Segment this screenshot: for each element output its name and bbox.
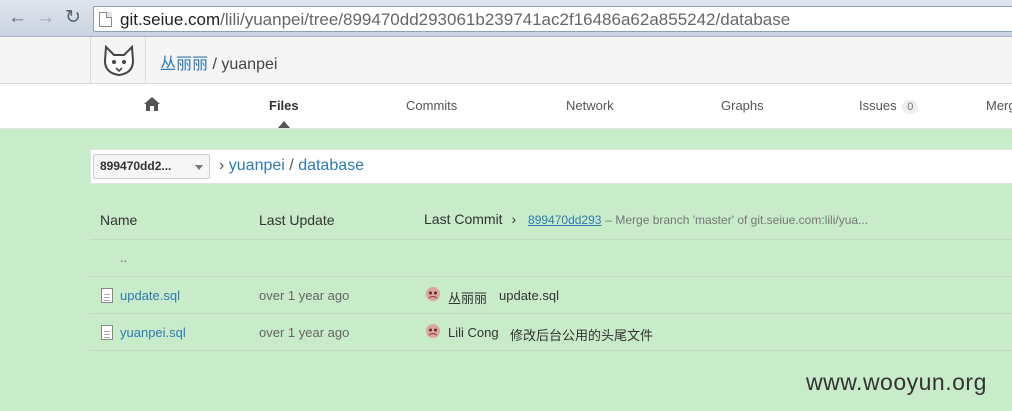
col-last-update: Last Update (259, 212, 335, 228)
table-row: update.sql over 1 year ago 丛丽丽 update.sq… (90, 277, 1012, 314)
commit-author[interactable]: 丛丽丽 (448, 288, 487, 307)
project-title: 丛丽丽 / yuanpei (160, 50, 277, 74)
issues-count-badge: 0 (902, 100, 919, 114)
tab-graphs[interactable]: Graphs (721, 98, 764, 113)
home-icon[interactable] (143, 96, 161, 115)
tab-issues-label: Issues (859, 98, 897, 113)
last-commit-message: – Merge branch 'master' of git.seiue.com… (605, 213, 869, 227)
project-nav-tabs: Files Commits Network Graphs Issues 0 Me… (0, 84, 1012, 129)
last-update: over 1 year ago (259, 325, 350, 340)
breadcrumb-root[interactable]: yuanpei (229, 157, 285, 174)
ref-value: 899470dd2... (100, 159, 172, 173)
commit-arrow: › (511, 211, 517, 227)
commit-message[interactable]: 修改后台公用的头尾文件 (510, 325, 653, 344)
file-link[interactable]: update.sql (120, 288, 180, 303)
tab-issues[interactable]: Issues 0 (859, 98, 919, 114)
parent-dir-row[interactable]: .. (90, 240, 1012, 277)
owner-link[interactable]: 丛丽丽 (160, 56, 208, 73)
commit-author[interactable]: Lili Cong (448, 325, 499, 340)
parent-dir-link[interactable]: .. (120, 250, 127, 265)
forward-arrow-icon[interactable]: → (36, 8, 55, 28)
col-last-commit-label: Last Commit (424, 211, 503, 227)
url-domain: git.seiue.com (120, 10, 221, 29)
project-name[interactable]: yuanpei (221, 56, 277, 73)
avatar (425, 286, 441, 307)
col-last-commit: Last Commit › 899470dd293 – Merge branch… (424, 211, 868, 227)
file-icon (101, 288, 113, 303)
watermark: www.wooyun.org (806, 369, 987, 395)
active-tab-caret (278, 121, 290, 128)
tree-breadcrumb-bar: 899470dd2... › yuanpei / database (90, 149, 1012, 184)
file-table-header: Name Last Update Last Commit › 899470dd2… (90, 200, 1012, 240)
url-text[interactable]: git.seiue.com/lili/yuanpei/tree/899470dd… (120, 10, 790, 30)
branch-ref-select[interactable]: 899470dd2... (93, 154, 210, 179)
breadcrumb-dir[interactable]: database (298, 157, 364, 174)
gitlab-logo[interactable] (90, 37, 146, 84)
breadcrumb-arrow: › (219, 157, 225, 174)
last-update: over 1 year ago (259, 288, 350, 303)
tab-files[interactable]: Files (269, 98, 299, 113)
breadcrumb-separator: / (289, 157, 294, 174)
breadcrumb: › yuanpei / database (219, 157, 364, 175)
url-path: /lili/yuanpei/tree/899470dd293061b239741… (220, 10, 791, 29)
file-link[interactable]: yuanpei.sql (120, 325, 186, 340)
col-name: Name (100, 212, 138, 228)
file-icon (101, 325, 113, 340)
chevron-down-icon (195, 165, 203, 170)
tab-merge-requests[interactable]: Merg (986, 98, 1012, 113)
reload-icon[interactable]: ↻ (65, 8, 81, 28)
app-header: 丛丽丽 / yuanpei (0, 37, 1012, 84)
tab-commits[interactable]: Commits (406, 98, 457, 113)
fox-logo-icon (103, 45, 135, 77)
title-separator: / (212, 56, 217, 73)
tab-network[interactable]: Network (566, 98, 614, 113)
last-commit-id[interactable]: 899470dd293 (528, 213, 601, 227)
browser-toolbar: ← → ↻ git.seiue.com/lili/yuanpei/tree/89… (0, 0, 1012, 37)
table-row: yuanpei.sql over 1 year ago Lili Cong 修改… (90, 314, 1012, 351)
commit-message[interactable]: update.sql (499, 288, 559, 303)
page-icon (99, 12, 112, 27)
back-arrow-icon[interactable]: ← (8, 8, 27, 28)
address-bar[interactable]: git.seiue.com/lili/yuanpei/tree/899470dd… (93, 6, 1012, 32)
avatar (425, 323, 441, 344)
